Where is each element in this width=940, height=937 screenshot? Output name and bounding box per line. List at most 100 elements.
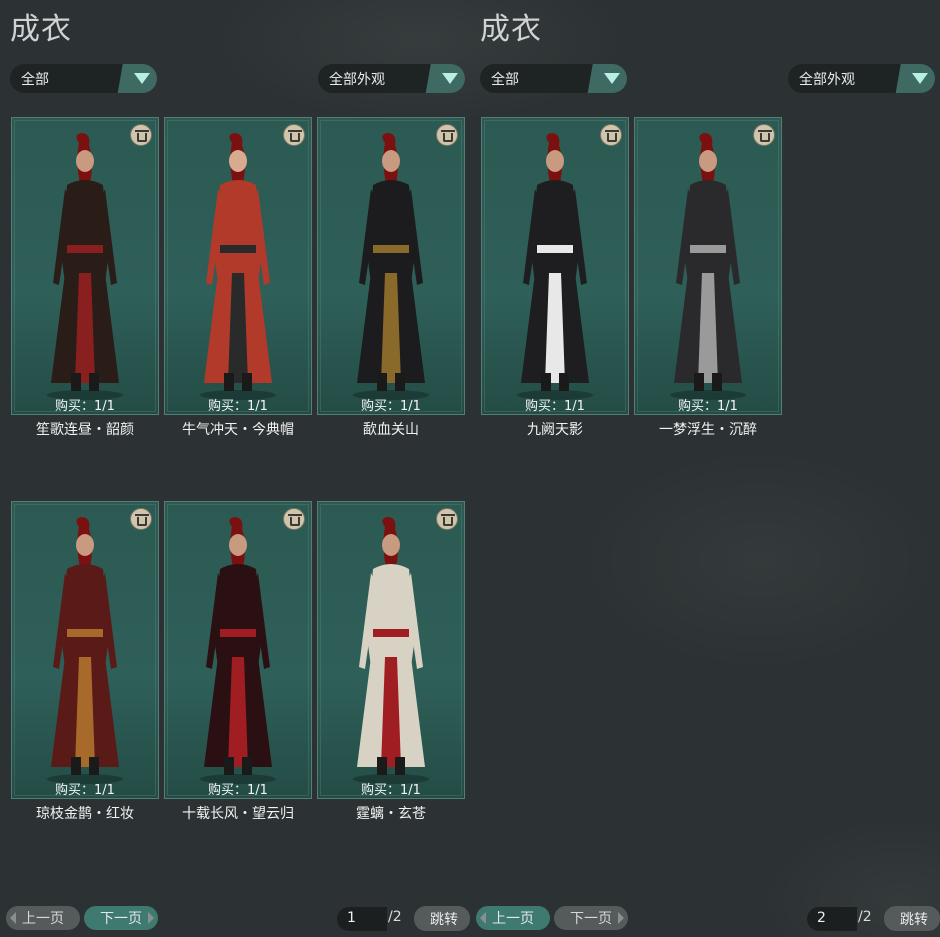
figure-head <box>76 534 94 556</box>
trash-icon[interactable] <box>753 124 775 146</box>
appearance-dropdown[interactable]: 全部外观 <box>318 64 465 93</box>
character-figure <box>670 133 746 400</box>
character-figure <box>200 517 276 784</box>
figure-right-boot <box>395 373 405 391</box>
outfit-card[interactable]: 购买：1/1 笙歌连昼・韶颜 <box>11 117 159 438</box>
outfit-name: 一梦浮生・沉醉 <box>659 422 757 438</box>
outfit-card[interactable]: 购买：1/1 九阙天影 <box>481 117 629 438</box>
chevron-left-icon <box>480 912 486 924</box>
trash-icon[interactable] <box>436 124 458 146</box>
next-page-button[interactable]: 下一页 <box>554 906 628 930</box>
trash-icon[interactable] <box>283 508 305 530</box>
category-dropdown[interactable]: 全部 <box>480 64 627 93</box>
chevron-right-icon <box>148 912 154 924</box>
trash-icon[interactable] <box>600 124 622 146</box>
appearance-dropdown[interactable]: 全部外观 <box>788 64 935 93</box>
outfit-name: 笙歌连昼・韶颜 <box>36 422 134 438</box>
page-input[interactable]: 2 <box>807 907 857 931</box>
purchase-count: 购买：1/1 <box>361 399 421 414</box>
page-total: /2 <box>858 909 872 925</box>
figure-belt <box>220 245 256 253</box>
purchase-count: 购买：1/1 <box>55 783 115 798</box>
chevron-down-icon <box>111 64 157 93</box>
figure-torso <box>214 180 262 283</box>
jump-button[interactable]: 跳转 <box>414 906 470 931</box>
figure-head <box>699 150 717 172</box>
page-input[interactable]: 1 <box>337 907 387 931</box>
chevron-down-icon <box>889 64 935 93</box>
figure-head <box>546 150 564 172</box>
left-panel: 成衣 全部 全部外观 购买：1/1 笙歌连昼・韶颜 购买：1/1 牛气冲天・今典… <box>0 0 470 937</box>
trash-icon[interactable] <box>130 124 152 146</box>
right-panel: 成衣 全部 全部外观 购买：1/1 九阙天影 购买：1/1 一梦浮生・沉醉 上一… <box>470 0 940 937</box>
purchase-count: 购买：1/1 <box>361 783 421 798</box>
figure-torso <box>61 564 109 667</box>
figure-left-boot <box>377 373 387 391</box>
outfit-card[interactable]: 购买：1/1 歃血关山 <box>317 117 465 438</box>
appearance-dropdown-value: 全部外观 <box>329 72 385 88</box>
figure-belt <box>67 629 103 637</box>
chevron-down-icon <box>419 64 465 93</box>
figure-belt <box>690 245 726 253</box>
outfit-name: 歃血关山 <box>363 422 419 438</box>
figure-left-boot <box>377 757 387 775</box>
jump-button[interactable]: 跳转 <box>884 906 940 931</box>
category-dropdown[interactable]: 全部 <box>10 64 157 93</box>
purchase-count: 购买：1/1 <box>208 783 268 798</box>
figure-torso <box>531 180 579 283</box>
character-figure <box>200 133 276 400</box>
outfit-name: 琼枝金鹊・红妆 <box>36 806 134 822</box>
character-figure <box>353 133 429 400</box>
prev-page-button[interactable]: 上一页 <box>476 906 550 930</box>
figure-left-boot <box>224 757 234 775</box>
trash-icon[interactable] <box>283 124 305 146</box>
figure-left-boot <box>541 373 551 391</box>
figure-torso <box>214 564 262 667</box>
character-figure <box>47 517 123 784</box>
figure-left-boot <box>71 757 81 775</box>
appearance-dropdown-value: 全部外观 <box>799 72 855 88</box>
figure-head <box>382 150 400 172</box>
outfit-card[interactable]: 购买：1/1 霆螭・玄苍 <box>317 501 465 822</box>
figure-right-boot <box>559 373 569 391</box>
purchase-count: 购买：1/1 <box>55 399 115 414</box>
figure-head <box>382 534 400 556</box>
page-total: /2 <box>388 909 402 925</box>
outfit-card[interactable]: 购买：1/1 牛气冲天・今典帽 <box>164 117 312 438</box>
category-dropdown-value: 全部 <box>21 72 49 88</box>
figure-right-boot <box>712 373 722 391</box>
chevron-right-icon <box>618 912 624 924</box>
figure-head <box>229 534 247 556</box>
outfit-card[interactable]: 购买：1/1 琼枝金鹊・红妆 <box>11 501 159 822</box>
figure-head <box>76 150 94 172</box>
outfit-name: 十载长风・望云归 <box>182 806 294 822</box>
outfit-card[interactable]: 购买：1/1 一梦浮生・沉醉 <box>634 117 782 438</box>
outfit-name: 九阙天影 <box>527 422 583 438</box>
figure-belt <box>67 245 103 253</box>
figure-right-boot <box>242 373 252 391</box>
outfit-name: 牛气冲天・今典帽 <box>182 422 294 438</box>
next-page-button[interactable]: 下一页 <box>84 906 158 930</box>
trash-icon[interactable] <box>436 508 458 530</box>
outfit-card[interactable]: 购买：1/1 十载长风・望云归 <box>164 501 312 822</box>
next-page-label: 下一页 <box>570 911 612 927</box>
figure-belt <box>220 629 256 637</box>
prev-page-label: 上一页 <box>492 911 534 927</box>
chevron-left-icon <box>10 912 16 924</box>
figure-right-boot <box>89 373 99 391</box>
figure-belt <box>373 245 409 253</box>
page-title: 成衣 <box>480 12 542 47</box>
prev-page-button[interactable]: 上一页 <box>6 906 80 930</box>
purchase-count: 购买：1/1 <box>678 399 738 414</box>
character-figure <box>517 133 593 400</box>
trash-icon[interactable] <box>130 508 152 530</box>
next-page-label: 下一页 <box>100 911 142 927</box>
figure-left-boot <box>71 373 81 391</box>
category-dropdown-value: 全部 <box>491 72 519 88</box>
figure-head <box>229 150 247 172</box>
figure-right-boot <box>242 757 252 775</box>
figure-torso <box>61 180 109 283</box>
figure-torso <box>684 180 732 283</box>
figure-right-boot <box>89 757 99 775</box>
figure-left-boot <box>694 373 704 391</box>
